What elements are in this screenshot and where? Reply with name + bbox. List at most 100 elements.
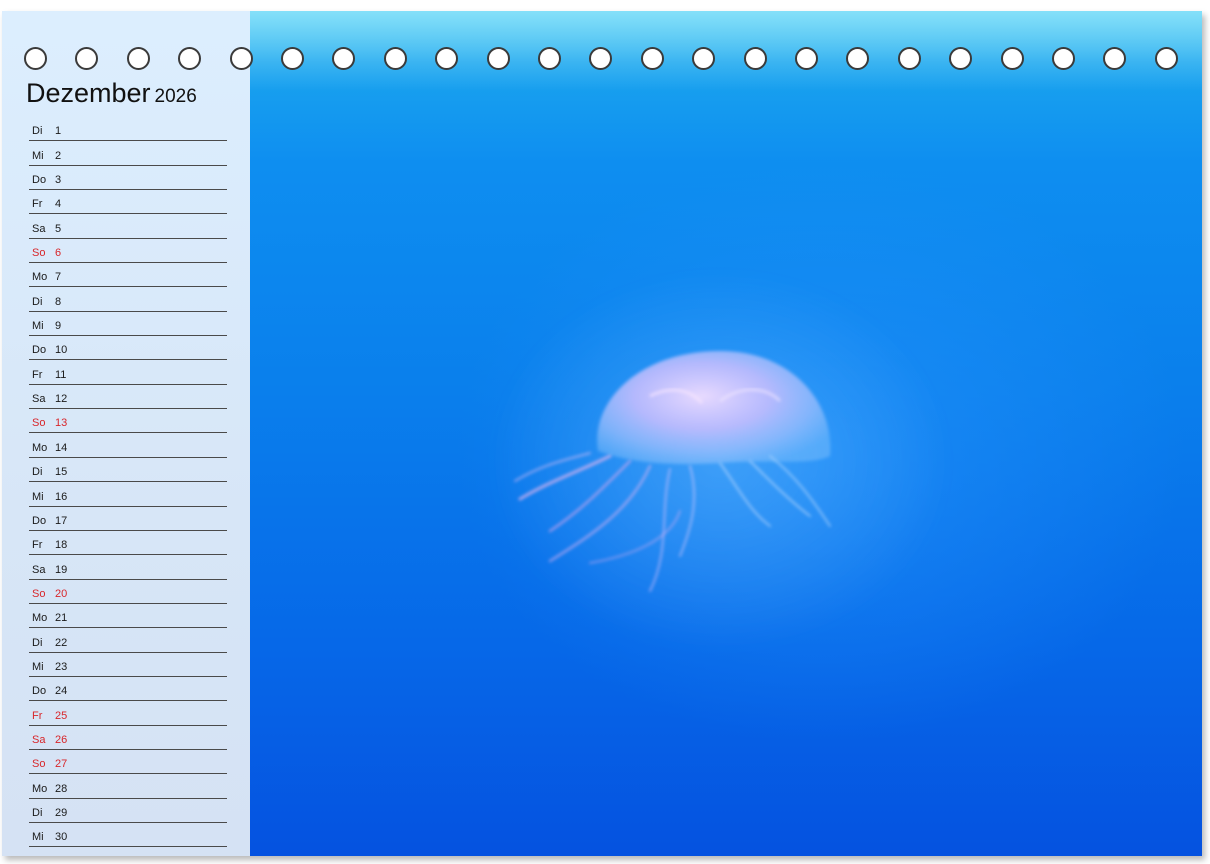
day-weekday: Di — [32, 466, 43, 479]
day-number: 11 — [55, 368, 67, 381]
binding-hole — [332, 47, 356, 70]
day-row: Mi 30 — [29, 823, 227, 848]
day-row: Di 8 — [29, 287, 227, 312]
day-row: Do31 — [29, 847, 227, 857]
day-weekday: Sa — [32, 733, 46, 746]
day-weekday: So — [32, 417, 46, 430]
day-weekday: Mi — [32, 831, 44, 844]
day-row: Fr 11 — [29, 360, 227, 385]
binding-hole — [1000, 47, 1024, 70]
binding-hole — [178, 47, 202, 70]
day-row: Mi 2 — [29, 141, 227, 166]
day-weekday: Mo — [32, 441, 48, 454]
day-number: 9 — [55, 320, 62, 333]
day-number: 2 — [55, 149, 62, 162]
day-number: 1 — [55, 125, 62, 138]
day-weekday: Mi — [32, 660, 44, 673]
day-row: Di 22 — [29, 628, 227, 653]
day-number: 15 — [55, 466, 68, 479]
day-row: Di 29 — [29, 799, 227, 823]
month-year: 2026 — [154, 86, 197, 107]
day-weekday: Mi — [32, 320, 44, 333]
day-number: 13 — [55, 417, 68, 430]
day-number: 3 — [55, 174, 62, 187]
day-row: Sa 26 — [29, 726, 227, 750]
binding-hole — [538, 47, 561, 70]
day-number: 26 — [55, 733, 68, 746]
binding-hole — [1154, 47, 1178, 70]
day-weekday: Do — [32, 344, 47, 357]
day-weekday: Fr — [32, 368, 43, 381]
day-row: Mo 14 — [29, 433, 227, 458]
day-number: 23 — [55, 660, 68, 673]
day-row: Fr 4 — [29, 190, 227, 215]
day-row: Do 17 — [29, 507, 227, 531]
spiral-binding — [24, 47, 1184, 71]
day-weekday: Do — [32, 174, 47, 187]
binding-hole — [281, 47, 304, 70]
binding-hole — [486, 47, 510, 70]
day-number: 19 — [55, 563, 68, 576]
jellyfish-photo — [250, 11, 1202, 856]
day-row: So 6 — [29, 239, 227, 264]
day-row: Di 1 — [29, 117, 227, 142]
day-weekday: So — [32, 587, 46, 600]
day-number: 7 — [55, 271, 62, 284]
binding-hole — [229, 47, 253, 70]
day-row: Mi 9 — [29, 312, 227, 337]
day-number: 10 — [55, 344, 68, 357]
day-weekday: Mo — [32, 782, 48, 795]
day-row: So 27 — [29, 750, 227, 775]
day-weekday: Mi — [32, 149, 44, 162]
day-weekday: Do — [32, 685, 47, 698]
day-number: 14 — [55, 441, 68, 454]
day-weekday: Mo — [32, 612, 48, 625]
day-row: Do 10 — [29, 336, 227, 361]
day-weekday: Sa — [32, 393, 46, 406]
day-number: 21 — [55, 612, 68, 625]
day-row: Mi 23 — [29, 653, 227, 677]
day-number: 16 — [55, 490, 68, 503]
day-number: 28 — [55, 782, 68, 795]
day-number: 29 — [55, 806, 68, 819]
day-row: So 13 — [29, 409, 227, 434]
binding-hole — [897, 47, 921, 70]
calendar-sidebar: Dezember 2026 Di 1 Mi 2 Do 3 Fr 4 Sa 5 So 6 Mo 7 Di 8 Mi 9… — [2, 11, 250, 856]
binding-hole — [743, 47, 767, 70]
day-number: 4 — [55, 198, 62, 211]
binding-hole — [383, 47, 407, 70]
day-weekday: Di — [32, 295, 43, 308]
binding-hole — [1103, 47, 1127, 70]
month-name: Dezember — [26, 78, 151, 108]
day-weekday: So — [32, 247, 46, 260]
day-row: Do 24 — [29, 677, 227, 702]
day-row: Sa 12 — [29, 385, 227, 410]
day-row: Mo 28 — [29, 774, 227, 799]
day-number: 6 — [55, 247, 62, 260]
day-weekday: Do — [32, 514, 47, 527]
day-weekday: Di — [32, 636, 43, 649]
binding-hole — [640, 47, 664, 70]
day-number: 30 — [55, 831, 68, 844]
binding-hole — [949, 47, 973, 70]
day-weekday: Di — [32, 125, 43, 138]
day-weekday: Sa — [32, 563, 46, 576]
day-row: So 20 — [29, 580, 227, 604]
day-row: Sa 5 — [29, 214, 227, 239]
day-number: 24 — [55, 685, 68, 698]
day-list: Di 1 Mi 2 Do 3 Fr 4 Sa 5 So 6 Mo 7 Di 8 Mi 9 Do 10 Fr 11 Sa 12 S… — [29, 117, 227, 856]
binding-hole — [692, 47, 716, 70]
day-weekday: Fr — [32, 198, 43, 211]
day-row: Di 15 — [29, 458, 227, 483]
day-number: 18 — [55, 539, 68, 552]
day-row: Sa 19 — [29, 555, 227, 580]
day-weekday: Mo — [32, 271, 48, 284]
day-number: 27 — [55, 758, 68, 771]
day-number: 25 — [55, 709, 68, 722]
month-title: Dezember 2026 — [26, 78, 197, 109]
day-number: 5 — [55, 222, 62, 235]
day-weekday: Fr — [32, 539, 43, 552]
day-number: 8 — [55, 295, 62, 308]
day-row: Fr 18 — [29, 531, 227, 556]
binding-hole — [589, 47, 613, 70]
